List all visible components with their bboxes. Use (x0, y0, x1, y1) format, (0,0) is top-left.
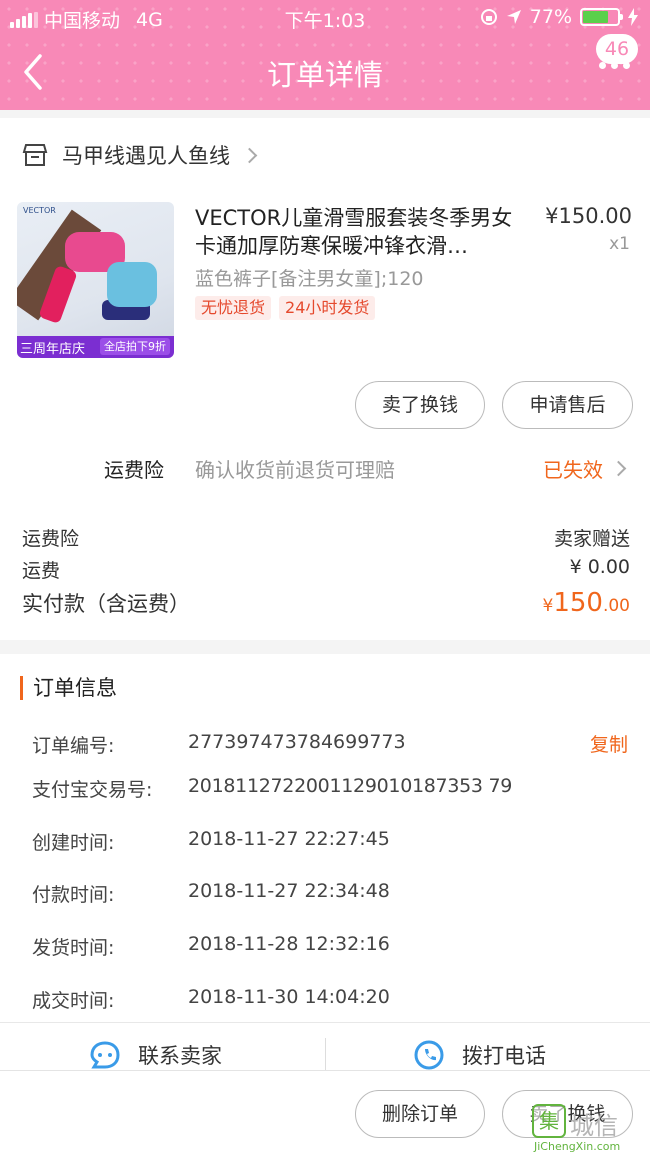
product-image-logo: VECTOR (23, 206, 56, 215)
nav-header: 中国移动 4G 下午1:03 77% 订单详情 46 (0, 0, 650, 110)
paid-time-value: 2018-11-27 22:34:48 (188, 880, 390, 902)
after-sale-button[interactable]: 申请售后 (502, 381, 633, 429)
summary-value: 卖家赠送 (553, 528, 630, 550)
insurance-status-text: 已失效 (543, 458, 603, 482)
watermark-text: 城信 (570, 1112, 618, 1140)
shop-name: 马甲线遇见人鱼线 (62, 144, 230, 168)
product-price: ¥150.00 (545, 204, 632, 228)
promo-banner-right: 全店拍下9折 (100, 338, 170, 355)
product-image[interactable]: VECTOR 三周年店庆 全店拍下9折 (17, 202, 174, 358)
insurance-desc: 确认收货前退货可理赔 (195, 458, 395, 482)
promo-banner: 三周年店庆 全店拍下9折 (17, 336, 174, 358)
shop-link[interactable]: 马甲线遇见人鱼线 (22, 140, 258, 170)
divider (0, 1022, 650, 1023)
battery-percent: 77% (529, 6, 572, 28)
insurance-status: 已失效 (543, 454, 627, 483)
charging-icon (628, 8, 638, 26)
promo-banner-left: 三周年店庆 (20, 342, 86, 357)
contact-seller-label: 联系卖家 (138, 1044, 222, 1068)
summary-label: 运费 (22, 560, 61, 582)
service-tags: 无忧退货 24小时发货 (195, 296, 376, 320)
order-no-value: 277397473784699773 (188, 731, 406, 753)
alipay-no-value: 2018112722001129010187353 79 (188, 775, 513, 797)
summary-value: ¥ 0.00 (569, 556, 630, 578)
delete-order-button[interactable]: 删除订单 (355, 1090, 485, 1138)
section-title: 订单信息 (20, 676, 117, 700)
message-badge[interactable]: 46 (596, 34, 638, 64)
shipped-time-label: 发货时间: (32, 937, 115, 959)
chevron-right-icon (241, 147, 258, 163)
product-sku: 蓝色裤子[备注男女童];120 (195, 268, 424, 290)
deal-time-value: 2018-11-30 14:04:20 (188, 986, 390, 1008)
alipay-no-label: 支付宝交易号: (32, 779, 153, 801)
shipped-time-value: 2018-11-28 12:32:16 (188, 933, 390, 955)
paid-time-label: 付款时间: (32, 884, 115, 906)
status-bar: 中国移动 4G 下午1:03 77% (0, 6, 650, 32)
chevron-right-icon (610, 460, 627, 477)
product-qty: x1 (609, 234, 630, 254)
location-icon (506, 10, 521, 24)
page-title: 订单详情 (266, 58, 383, 92)
tag-24h-ship: 24小时发货 (279, 296, 376, 320)
order-info-card: 订单信息 订单编号: 277397473784699773 复制 支付宝交易号:… (0, 654, 650, 1074)
call-label: 拨打电话 (462, 1044, 546, 1068)
phone-icon (414, 1040, 444, 1070)
copy-button[interactable]: 复制 (590, 730, 628, 757)
watermark-logo: 集 城信 JiChengXin.com (532, 1104, 644, 1154)
total-dec: .00 (602, 596, 630, 616)
divider (325, 1038, 326, 1072)
watermark-url: JiChengXin.com (534, 1140, 621, 1153)
chat-icon (90, 1041, 120, 1069)
sell-button[interactable]: 卖了换钱 (355, 381, 485, 429)
contact-seller-button[interactable]: 联系卖家 (88, 1040, 222, 1070)
order-no-label: 订单编号: (32, 735, 115, 757)
summary-label: 运费险 (22, 528, 80, 550)
created-time-label: 创建时间: (32, 832, 115, 854)
battery-icon (580, 8, 623, 26)
total-currency: ¥ (542, 596, 554, 616)
created-time-value: 2018-11-27 22:27:45 (188, 828, 390, 850)
total-amount: ¥150.00 (542, 588, 630, 618)
summary-row: 运费险 卖家赠送 (22, 524, 630, 551)
insurance-label: 运费险 (104, 458, 164, 482)
product-title[interactable]: VECTOR儿童滑雪服套装冬季男女卡通加厚防寒保暖冲锋衣滑… (195, 204, 520, 260)
tag-free-return: 无忧退货 (195, 296, 272, 320)
shipping-insurance-row[interactable]: 运费险 确认收货前退货可理赔 已失效 (0, 448, 650, 488)
summary-row: 运费 ¥ 0.00 (22, 556, 630, 583)
order-product-card: 马甲线遇见人鱼线 VECTOR 三周年店庆 全店拍下9折 VECTOR儿童滑雪服… (0, 118, 650, 640)
total-int: 150 (553, 588, 603, 618)
call-button[interactable]: 拨打电话 (412, 1040, 546, 1070)
lock-rotation-icon (480, 9, 497, 25)
shop-icon (22, 144, 48, 166)
watermark-char: 集 (532, 1104, 566, 1138)
deal-time-label: 成交时间: (32, 990, 115, 1012)
total-row: 实付款（含运费） ¥150.00 (22, 588, 630, 618)
total-label: 实付款（含运费） (22, 592, 190, 616)
